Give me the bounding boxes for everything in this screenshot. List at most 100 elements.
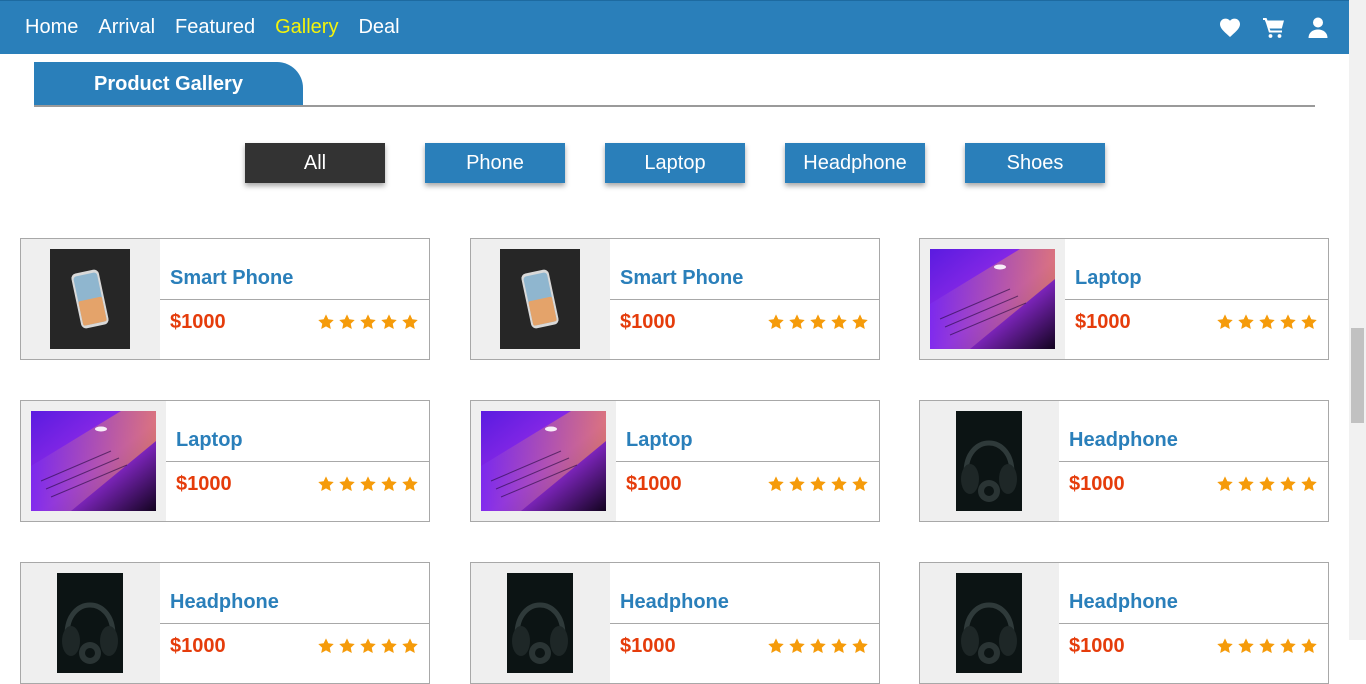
product-divider xyxy=(160,623,429,624)
rating-star-icon xyxy=(1280,476,1296,492)
product-thumbnail[interactable] xyxy=(920,563,1059,683)
rating-star-icon xyxy=(339,476,355,492)
rating-star-icon xyxy=(1217,314,1233,330)
headphone-image xyxy=(956,411,1022,511)
product-name[interactable]: Headphone xyxy=(1069,591,1178,614)
product-price: $1000 xyxy=(1069,473,1125,495)
product-divider xyxy=(166,461,429,462)
user-icon[interactable] xyxy=(1305,16,1331,40)
product-card[interactable]: Headphone $1000 xyxy=(919,562,1329,684)
product-divider xyxy=(1059,461,1328,462)
product-price: $1000 xyxy=(170,635,226,657)
product-card[interactable]: Headphone $1000 xyxy=(470,562,880,684)
product-thumbnail[interactable] xyxy=(21,401,166,521)
rating-star-icon xyxy=(768,476,784,492)
rating-star-icon xyxy=(339,314,355,330)
product-divider xyxy=(1059,623,1328,624)
page-scrollbar[interactable] xyxy=(1349,0,1366,640)
product-info: Headphone $1000 xyxy=(1059,563,1328,683)
product-name[interactable]: Laptop xyxy=(626,429,693,452)
nav-link-home[interactable]: Home xyxy=(25,15,78,39)
scrollbar-thumb[interactable] xyxy=(1351,328,1364,423)
rating-star-icon xyxy=(318,314,334,330)
nav-icons xyxy=(1217,16,1331,40)
product-card[interactable]: Laptop $1000 xyxy=(470,400,880,522)
rating-star-icon xyxy=(381,476,397,492)
nav-links: Home Arrival Featured Gallery Deal xyxy=(25,15,420,39)
laptop-image xyxy=(31,411,156,511)
product-thumbnail[interactable] xyxy=(21,563,160,683)
product-divider xyxy=(610,623,879,624)
nav-link-deal[interactable]: Deal xyxy=(358,15,399,39)
product-divider xyxy=(616,461,879,462)
product-thumbnail[interactable] xyxy=(471,401,616,521)
product-thumbnail[interactable] xyxy=(21,239,160,359)
product-thumbnail[interactable] xyxy=(920,239,1065,359)
product-info: Smart Phone $1000 xyxy=(610,239,879,359)
product-divider xyxy=(610,299,879,300)
nav-link-featured[interactable]: Featured xyxy=(175,15,255,39)
gallery-header: Product Gallery xyxy=(34,62,1315,108)
product-card[interactable]: Headphone $1000 xyxy=(919,400,1329,522)
top-navbar: Home Arrival Featured Gallery Deal xyxy=(0,0,1349,54)
nav-link-arrival[interactable]: Arrival xyxy=(98,15,155,39)
product-card[interactable]: Smart Phone $1000 xyxy=(20,238,430,360)
rating-star-icon xyxy=(1301,314,1317,330)
product-price: $1000 xyxy=(170,311,226,333)
product-name[interactable]: Headphone xyxy=(1069,429,1178,452)
laptop-image xyxy=(481,411,606,511)
rating-star-icon xyxy=(810,314,826,330)
product-info: Laptop $1000 xyxy=(616,401,879,521)
rating-star-icon xyxy=(318,476,334,492)
product-price: $1000 xyxy=(1075,311,1131,333)
filter-laptop-button[interactable]: Laptop xyxy=(605,143,745,183)
product-thumbnail[interactable] xyxy=(920,401,1059,521)
product-name[interactable]: Smart Phone xyxy=(620,267,743,290)
nav-link-gallery[interactable]: Gallery xyxy=(275,15,338,39)
product-card[interactable]: Laptop $1000 xyxy=(20,400,430,522)
rating-star-icon xyxy=(1238,314,1254,330)
cart-icon[interactable] xyxy=(1261,16,1287,40)
product-card[interactable]: Laptop $1000 xyxy=(919,238,1329,360)
rating-star-icon xyxy=(1280,314,1296,330)
product-price: $1000 xyxy=(1069,635,1125,657)
product-card[interactable]: Headphone $1000 xyxy=(20,562,430,684)
product-thumbnail[interactable] xyxy=(471,563,610,683)
filter-all-button[interactable]: All xyxy=(245,143,385,183)
product-name[interactable]: Headphone xyxy=(620,591,729,614)
laptop-image xyxy=(930,249,1055,349)
product-info: Headphone $1000 xyxy=(610,563,879,683)
headphone-image xyxy=(57,573,123,673)
rating-star-icon xyxy=(360,314,376,330)
product-rating xyxy=(317,313,419,331)
heart-icon[interactable] xyxy=(1217,16,1243,40)
rating-star-icon xyxy=(1238,476,1254,492)
filter-headphone-button[interactable]: Headphone xyxy=(785,143,925,183)
product-info: Headphone $1000 xyxy=(160,563,429,683)
product-price: $1000 xyxy=(620,635,676,657)
rating-star-icon xyxy=(831,476,847,492)
rating-star-icon xyxy=(402,476,418,492)
product-name[interactable]: Laptop xyxy=(1075,267,1142,290)
filter-phone-button[interactable]: Phone xyxy=(425,143,565,183)
product-info: Laptop $1000 xyxy=(166,401,429,521)
rating-star-icon xyxy=(402,314,418,330)
smart-phone-image xyxy=(50,249,130,349)
rating-star-icon xyxy=(852,476,868,492)
product-card[interactable]: Smart Phone $1000 xyxy=(470,238,880,360)
product-name[interactable]: Laptop xyxy=(176,429,243,452)
rating-star-icon xyxy=(1301,476,1317,492)
smart-phone-image xyxy=(500,249,580,349)
headphone-image xyxy=(956,573,1022,673)
product-name[interactable]: Smart Phone xyxy=(170,267,293,290)
rating-star-icon xyxy=(1217,476,1233,492)
product-info: Laptop $1000 xyxy=(1065,239,1328,359)
product-thumbnail[interactable] xyxy=(471,239,610,359)
rating-star-icon xyxy=(1259,476,1275,492)
product-rating xyxy=(317,475,419,493)
filter-shoes-button[interactable]: Shoes xyxy=(965,143,1105,183)
rating-star-icon xyxy=(768,314,784,330)
product-info: Smart Phone $1000 xyxy=(160,239,429,359)
product-name[interactable]: Headphone xyxy=(170,591,279,614)
product-info: Headphone $1000 xyxy=(1059,401,1328,521)
